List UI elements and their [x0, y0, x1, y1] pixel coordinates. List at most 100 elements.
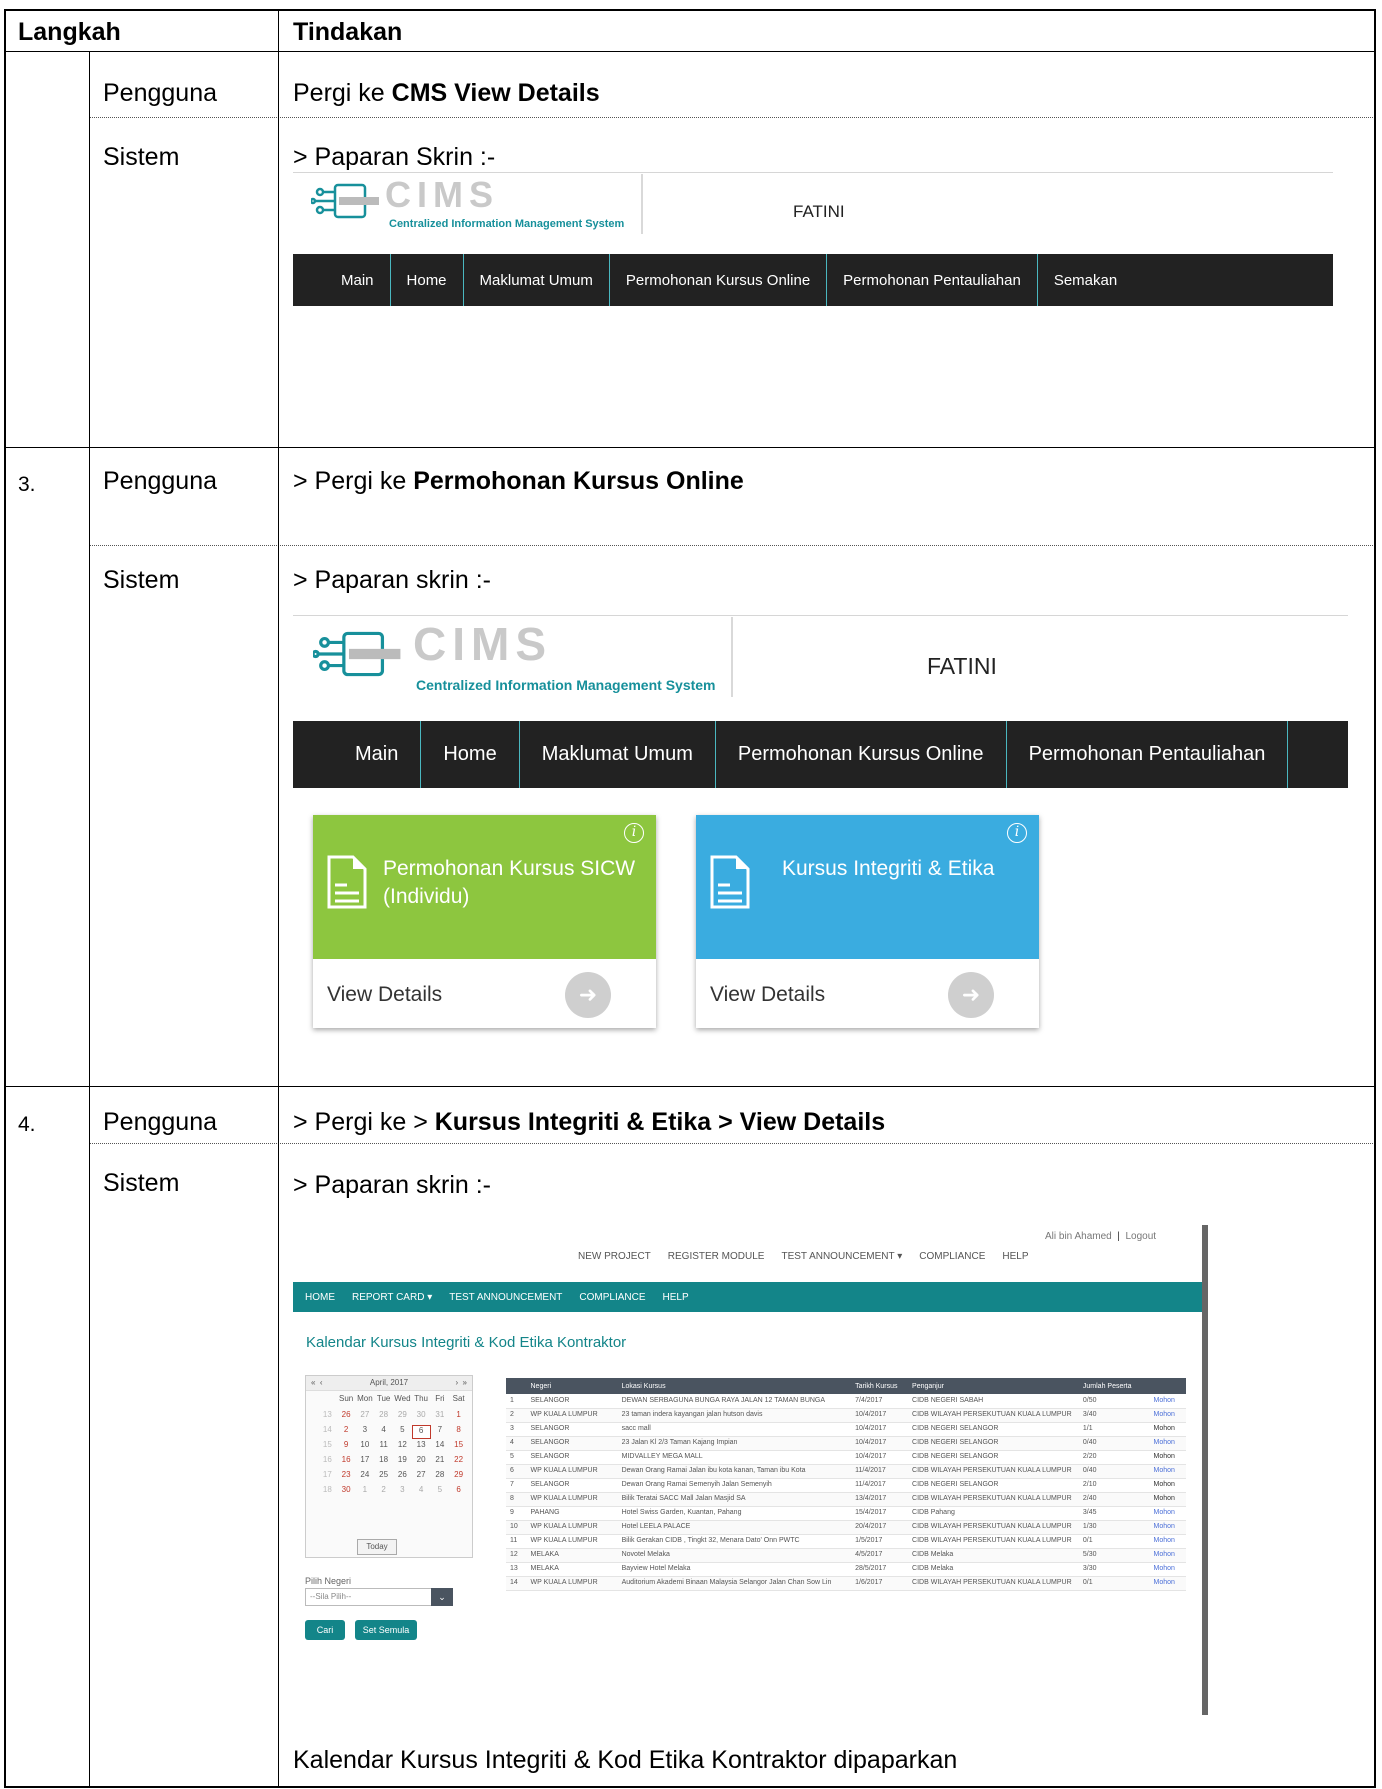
mohon-link[interactable]: Mohon — [1149, 1436, 1186, 1451]
calendar-day[interactable]: 5 — [393, 1425, 412, 1439]
menu-help[interactable]: HELP — [1002, 1251, 1028, 1262]
calendar-day[interactable]: 11 — [374, 1440, 393, 1454]
mohon-link[interactable]: Mohon — [1149, 1464, 1186, 1479]
chevron-down-icon[interactable]: ⌄ — [431, 1588, 453, 1606]
set-semula-button[interactable]: Set Semula — [355, 1620, 417, 1640]
calendar-day[interactable]: 5 — [431, 1485, 450, 1499]
calendar-day[interactable]: 27 — [356, 1410, 375, 1424]
calendar-day[interactable]: 12 — [393, 1440, 412, 1454]
calendar-day[interactable]: 27 — [412, 1470, 431, 1484]
calendar-day[interactable]: 21 — [431, 1455, 450, 1469]
calendar-day[interactable]: 7 — [431, 1425, 450, 1439]
calendar-day[interactable]: 31 — [431, 1410, 450, 1424]
today-button[interactable]: Today — [357, 1539, 397, 1555]
table-cell: MIDVALLEY MEGA MALL — [617, 1450, 852, 1465]
calendar-day[interactable]: 2 — [374, 1485, 393, 1499]
calendar-day[interactable]: 2 — [337, 1425, 356, 1439]
scrollbar[interactable] — [1202, 1225, 1208, 1715]
nav-permohonan-pentauliahan[interactable]: Permohonan Pentauliahan — [1007, 721, 1289, 788]
calendar-day[interactable]: 26 — [337, 1410, 356, 1424]
calendar-day[interactable]: 3 — [356, 1425, 375, 1439]
calendar-day[interactable]: 25 — [374, 1470, 393, 1484]
nav-maklumat-umum[interactable]: Maklumat Umum — [520, 721, 716, 788]
calendar-day[interactable]: 30 — [412, 1410, 431, 1424]
menu-register-module[interactable]: REGISTER MODULE — [668, 1251, 765, 1262]
nav-home[interactable]: Home — [421, 721, 520, 788]
calendar-day[interactable]: 10 — [356, 1440, 375, 1454]
mohon-link[interactable]: Mohon — [1149, 1548, 1186, 1563]
calendar-day[interactable]: 8 — [449, 1425, 468, 1439]
info-icon[interactable]: i — [624, 823, 644, 843]
mohon-link[interactable]: Mohon — [1149, 1506, 1186, 1521]
calendar-day[interactable]: 18 — [374, 1455, 393, 1469]
nav-home[interactable]: Home — [391, 254, 464, 306]
calendar-day[interactable]: 28 — [374, 1410, 393, 1424]
step-text: > Paparan skrin :- — [293, 1171, 492, 1199]
menu-new-project[interactable]: NEW PROJECT — [578, 1251, 651, 1262]
user-name: FATINI — [793, 202, 845, 221]
nav-home[interactable]: HOME — [305, 1292, 335, 1303]
table-cell: SELANGOR — [526, 1422, 618, 1437]
user-name[interactable]: Ali bin Ahamed — [1045, 1231, 1112, 1242]
view-details-link[interactable]: View Details — [327, 983, 442, 1007]
calendar-day[interactable]: 28 — [431, 1470, 450, 1484]
calendar-day[interactable]: 1 — [449, 1410, 468, 1424]
table-cell: 3/30 — [1078, 1562, 1150, 1577]
nav-permohonan-kursus-online[interactable]: Permohonan Kursus Online — [610, 254, 828, 306]
table-cell: 13 — [506, 1562, 527, 1577]
nav-permohonan-pentauliahan[interactable]: Permohonan Pentauliahan — [827, 254, 1038, 306]
mohon-link[interactable]: Mohon — [1149, 1562, 1186, 1577]
mohon-link[interactable]: Mohon — [1149, 1422, 1186, 1437]
calendar-day[interactable]: 29 — [449, 1470, 468, 1484]
menu-compliance[interactable]: COMPLIANCE — [919, 1251, 985, 1262]
nav-main[interactable]: Main — [293, 721, 422, 788]
mohon-link[interactable]: Mohon — [1149, 1534, 1186, 1549]
nav-permohonan-kursus-online[interactable]: Permohonan Kursus Online — [716, 721, 1007, 788]
nav-semakan[interactable]: Semakan — [1038, 254, 1133, 306]
mohon-link[interactable]: Mohon — [1149, 1492, 1186, 1507]
calendar-day[interactable]: 29 — [393, 1410, 412, 1424]
nav-main[interactable]: Main — [293, 254, 391, 306]
calendar-day[interactable]: 26 — [393, 1470, 412, 1484]
nav-help[interactable]: HELP — [663, 1292, 689, 1303]
mohon-link[interactable]: Mohon — [1149, 1394, 1186, 1409]
calendar-day[interactable]: 9 — [337, 1440, 356, 1454]
calendar-day[interactable]: 3 — [393, 1485, 412, 1499]
tile-permohonan-kursus-sicw[interactable]: i Permohonan Kursus SICW (Individu) View… — [313, 815, 656, 1028]
calendar-day[interactable]: 1 — [356, 1485, 375, 1499]
calendar-day[interactable]: 24 — [356, 1470, 375, 1484]
calendar-day[interactable]: 6 — [449, 1485, 468, 1499]
calendar-day[interactable]: 13 — [412, 1440, 431, 1454]
step-number: 4. — [18, 1113, 36, 1136]
tile-kursus-integriti-etika[interactable]: i Kursus Integriti & Etika View Details … — [696, 815, 1039, 1028]
nav-test-announcement[interactable]: TEST ANNOUNCEMENT — [449, 1292, 562, 1303]
calendar-day[interactable]: 16 — [337, 1455, 356, 1469]
calendar-day[interactable]: 6 — [411, 1425, 431, 1439]
calendar-day[interactable]: 23 — [337, 1470, 356, 1484]
menu-test-announcement[interactable]: TEST ANNOUNCEMENT ▾ — [781, 1251, 902, 1262]
cari-button[interactable]: Cari — [305, 1620, 345, 1640]
calendar-day[interactable]: 30 — [337, 1485, 356, 1499]
arrow-right-icon[interactable]: ➜ — [565, 972, 611, 1018]
mohon-link[interactable]: Mohon — [1149, 1408, 1186, 1423]
calendar-day[interactable]: 20 — [412, 1455, 431, 1469]
calendar-day[interactable]: 15 — [449, 1440, 468, 1454]
view-details-link[interactable]: View Details — [710, 983, 825, 1007]
calendar-day[interactable]: 17 — [356, 1455, 375, 1469]
nav-compliance[interactable]: COMPLIANCE — [579, 1292, 645, 1303]
info-icon[interactable]: i — [1007, 823, 1027, 843]
calendar-next-icon[interactable]: › » — [455, 1378, 467, 1387]
calendar-day[interactable]: 4 — [412, 1485, 431, 1499]
calendar-day[interactable]: 14 — [431, 1440, 450, 1454]
mohon-link[interactable]: Mohon — [1149, 1576, 1186, 1591]
mohon-link[interactable]: Mohon — [1149, 1520, 1186, 1535]
mohon-link[interactable]: Mohon — [1149, 1450, 1186, 1465]
logout-link[interactable]: Logout — [1125, 1231, 1156, 1242]
nav-maklumat-umum[interactable]: Maklumat Umum — [464, 254, 610, 306]
calendar-day[interactable]: 4 — [374, 1425, 393, 1439]
nav-report-card[interactable]: REPORT CARD ▾ — [352, 1292, 432, 1303]
mohon-link[interactable]: Mohon — [1149, 1478, 1186, 1493]
calendar-day[interactable]: 22 — [449, 1455, 468, 1469]
calendar-day[interactable]: 19 — [393, 1455, 412, 1469]
arrow-right-icon[interactable]: ➜ — [948, 972, 994, 1018]
